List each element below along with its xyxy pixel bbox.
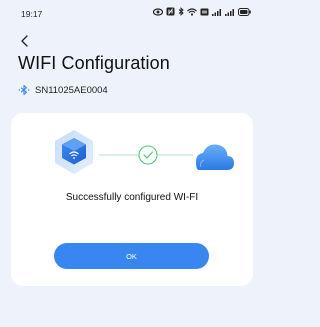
router-icon xyxy=(55,130,93,174)
wifi-icon xyxy=(187,7,197,16)
nfc-icon xyxy=(166,7,175,16)
signal-icon xyxy=(225,8,234,16)
status-bar: 19:17 xyxy=(0,0,263,24)
chevron-left-icon[interactable] xyxy=(19,34,31,48)
page-title: WIFI Configuration xyxy=(18,53,170,73)
hd-icon xyxy=(200,8,209,15)
device-serial-row: SN11025AE0004 xyxy=(18,83,108,97)
success-message: Successfully configured WI-FI xyxy=(65,192,199,203)
device-serial: SN11025AE0004 xyxy=(35,84,108,96)
configuration-illustration xyxy=(55,130,234,174)
battery-icon xyxy=(238,7,251,16)
signal-icon xyxy=(212,8,221,16)
eye-icon xyxy=(153,7,163,16)
ok-button[interactable]: OK xyxy=(54,243,209,269)
check-icon xyxy=(138,145,158,165)
status-time: 19:17 xyxy=(21,9,43,19)
bluetooth-icon xyxy=(178,7,184,16)
bluetooth-icon xyxy=(18,84,30,96)
status-icons xyxy=(153,7,251,16)
result-card: Successfully configured WI-FI OK xyxy=(11,113,253,286)
cloud-icon xyxy=(196,144,234,170)
